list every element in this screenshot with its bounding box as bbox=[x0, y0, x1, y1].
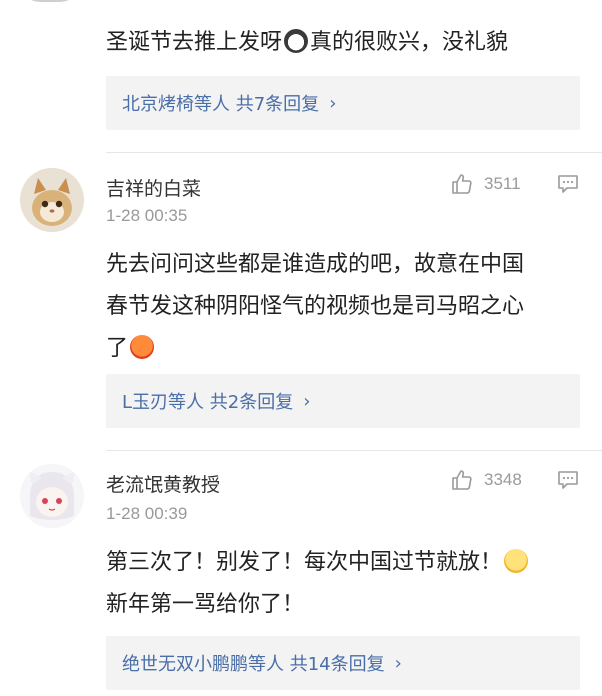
surprised-panda-emoji-icon bbox=[284, 29, 309, 53]
comment-list: 圣诞节去推上发呀 真的很败兴，没礼貌 北京烤椅等人 共7条回复 › 吉祥的白菜 1… bbox=[0, 0, 602, 696]
divider bbox=[106, 152, 602, 153]
laughing-face-emoji-icon bbox=[504, 549, 529, 573]
comment-text: 先去问问这些都是谁造成的吧，故意在中国 春节发这种阴阳怪气的视频也是司马昭之心 … bbox=[106, 244, 586, 370]
comment-icon[interactable] bbox=[556, 172, 580, 200]
comment-line: 了 bbox=[106, 328, 586, 370]
timestamp: 1-28 00:35 bbox=[106, 206, 188, 225]
chevron-right-icon: › bbox=[303, 390, 311, 412]
comment-text-part: 第三次了！别发了！每次中国过节就放！ bbox=[106, 550, 503, 575]
chevron-right-icon: › bbox=[329, 92, 337, 114]
like-count: 3511 bbox=[484, 174, 521, 193]
username[interactable]: 吉祥的白菜 bbox=[106, 174, 201, 201]
comment-text-part: 圣诞节去推上发呀 bbox=[106, 30, 283, 55]
avatar[interactable] bbox=[20, 464, 84, 528]
previous-comment-header bbox=[0, 0, 602, 8]
reply-summary-text: 绝世无双小鹏鹏等人 共14条回复 bbox=[122, 654, 385, 675]
comment-line: 春节发这种阴阳怪气的视频也是司马昭之心 bbox=[106, 294, 525, 319]
comment-text: 第三次了！别发了！每次中国过节就放！ 新年第一骂给你了！ bbox=[106, 542, 586, 626]
reply-summary-text: 北京烤椅等人 共7条回复 bbox=[122, 94, 320, 115]
cat-avatar-icon bbox=[20, 168, 84, 232]
divider bbox=[106, 450, 602, 451]
username[interactable]: 老流氓黄教授 bbox=[106, 470, 220, 497]
timestamp: 1-28 00:39 bbox=[106, 504, 188, 523]
comment-line: 第三次了！别发了！每次中国过节就放！ bbox=[106, 542, 586, 584]
comment-text-part: 了 bbox=[106, 336, 129, 361]
angry-face-emoji-icon bbox=[130, 335, 155, 359]
thumbs-up-icon bbox=[452, 470, 472, 490]
comment-text: 圣诞节去推上发呀 真的很败兴，没礼貌 bbox=[106, 22, 586, 64]
like-button[interactable]: 3511 bbox=[450, 172, 521, 196]
comment-text-part: 真的很败兴，没礼貌 bbox=[310, 30, 509, 55]
reply-summary-box[interactable]: L玉刃等人 共2条回复 › bbox=[106, 374, 580, 428]
avatar[interactable] bbox=[20, 0, 80, 2]
like-button[interactable]: 3348 bbox=[450, 468, 522, 492]
anime-girl-avatar-icon bbox=[20, 464, 84, 528]
avatar[interactable] bbox=[20, 168, 84, 232]
reply-summary-box[interactable]: 绝世无双小鹏鹏等人 共14条回复 › bbox=[106, 636, 580, 690]
like-count: 3348 bbox=[484, 470, 522, 489]
comment-line: 新年第一骂给你了！ bbox=[106, 592, 305, 617]
chevron-right-icon: › bbox=[394, 652, 402, 674]
comment-line: 先去问问这些都是谁造成的吧，故意在中国 bbox=[106, 252, 525, 277]
reply-summary-box[interactable]: 北京烤椅等人 共7条回复 › bbox=[106, 76, 580, 130]
comment-icon[interactable] bbox=[556, 468, 580, 496]
reply-summary-text: L玉刃等人 共2条回复 bbox=[122, 392, 294, 413]
thumbs-up-icon bbox=[452, 174, 472, 194]
